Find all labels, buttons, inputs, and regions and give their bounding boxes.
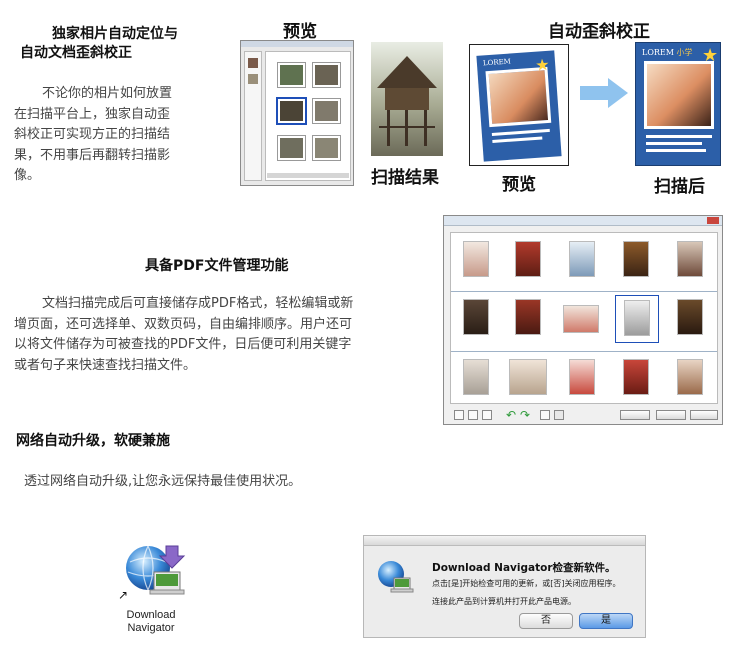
- scan-result-photo: [371, 42, 443, 156]
- skewed-magazine: LOREM ★: [476, 50, 562, 162]
- corrected-magazine: LOREM 小学 ★: [635, 42, 721, 166]
- dialog-message-line1: 点击[是]开始检查可用的更新，或[否]关闭应用程序。: [432, 579, 621, 588]
- page-thumbnail[interactable]: [509, 359, 547, 395]
- page-thumbnail[interactable]: [569, 241, 595, 277]
- after-scan-label: 扫描后: [654, 177, 705, 197]
- page-thumbnail[interactable]: [463, 359, 489, 395]
- globe-download-icon: [126, 545, 186, 595]
- magazine-text-line: [646, 135, 712, 138]
- page-thumbnail[interactable]: [677, 241, 703, 277]
- selected-page-frame[interactable]: [615, 295, 659, 343]
- star-icon: ★: [702, 45, 719, 66]
- auto-deskew-label: 自动歪斜校正: [548, 22, 650, 42]
- download-navigator-app-icon[interactable]: ↗: [118, 540, 186, 604]
- page-thumbnail[interactable]: [463, 299, 489, 335]
- close-icon[interactable]: [707, 217, 719, 224]
- magazine-text-line: [491, 128, 550, 136]
- preview-label: 预览: [283, 22, 317, 42]
- magazine-text-line: [646, 149, 706, 152]
- scan-thumbnail[interactable]: [278, 136, 305, 160]
- globe-download-icon: [378, 561, 414, 593]
- page-thumbnail[interactable]: [677, 299, 703, 335]
- dialog-message-line2: 连接此产品到计算机并打开此产品电源。: [432, 597, 576, 606]
- ok-button[interactable]: [620, 410, 650, 420]
- page-thumbnail[interactable]: [569, 359, 595, 395]
- section3-title: 网络自动升级，软硬兼施: [16, 433, 170, 449]
- trash-icon[interactable]: [554, 410, 564, 420]
- magazine-title: LOREM: [482, 57, 512, 68]
- arrow-right-icon: [580, 78, 628, 108]
- preview2-label: 预览: [502, 175, 536, 195]
- sidebar-photo-icon[interactable]: [248, 58, 258, 68]
- insert-page-icon[interactable]: [468, 410, 478, 420]
- scan-thumbnail[interactable]: [313, 136, 340, 160]
- scan-thumbnail[interactable]: [278, 63, 305, 87]
- page-grid: [450, 232, 718, 404]
- page-thumbnail[interactable]: [623, 359, 649, 395]
- alias-arrow-icon: ↗: [118, 588, 129, 602]
- section1-title-line2: 自动文档歪斜校正: [20, 45, 132, 61]
- window-titlebar: [444, 216, 722, 226]
- sidebar-doc-icon[interactable]: [248, 74, 258, 84]
- help-button[interactable]: [690, 410, 718, 420]
- section1-paragraph: 不论你的相片如何放置 在扫描平台上，独家自动歪 斜校正可实现方正的扫描结 果，不…: [14, 86, 173, 183]
- cancel-button[interactable]: [656, 410, 686, 420]
- section3-paragraph: 透过网络自动升级,让您永远保持最佳使用状况。: [24, 474, 302, 489]
- update-check-dialog: Download Navigator检查新软件。 点击[是]开始检查可用的更新，…: [363, 535, 646, 638]
- odd-even-icon[interactable]: [482, 410, 492, 420]
- yes-button[interactable]: 是: [579, 613, 633, 629]
- magazine-photo: [485, 66, 552, 128]
- pdf-manager-window: ↶ ↷: [443, 215, 723, 425]
- magazine-title: LOREM 小学: [642, 48, 693, 57]
- page-thumbnail[interactable]: [677, 359, 703, 395]
- window-statusbar: [267, 173, 349, 178]
- magazine-text-line: [646, 142, 702, 145]
- section2-title: 具备PDF文件管理功能: [145, 258, 289, 274]
- dialog-title: Download Navigator检查新软件。: [432, 562, 616, 574]
- stilt-house-illustration: [377, 56, 437, 146]
- star-icon: ★: [534, 54, 551, 75]
- rotate-left-icon[interactable]: ↶: [506, 408, 516, 422]
- add-page-icon[interactable]: [454, 410, 464, 420]
- scan-thumbnail[interactable]: [313, 63, 340, 87]
- page-thumbnail[interactable]: [515, 241, 541, 277]
- window-sidebar: [244, 51, 262, 181]
- scan-result-label: 扫描结果: [371, 168, 439, 188]
- magazine-text-line: [492, 136, 543, 143]
- page-thumbnail[interactable]: [623, 241, 649, 277]
- magazine-photo: [644, 61, 714, 129]
- page-thumbnail[interactable]: [563, 305, 599, 333]
- move-page-icon[interactable]: [540, 410, 550, 420]
- dialog-app-icon: [376, 558, 414, 598]
- app-label: Download Navigator: [126, 609, 176, 634]
- section1-title-line1: 独家相片自动定位与: [52, 26, 178, 42]
- dialog-titlebar: [364, 536, 645, 546]
- section2-paragraph: 文档扫描完成后可直接储存成PDF格式，轻松编辑或新 增页面，还可选择单、双数页码…: [14, 296, 354, 373]
- scan-thumbnail[interactable]: [313, 99, 340, 123]
- scanner-preview-window: [240, 40, 354, 186]
- page-thumbnail[interactable]: [463, 241, 489, 277]
- rotate-right-icon[interactable]: ↷: [520, 408, 530, 422]
- scan-thumbnail[interactable]: [278, 99, 305, 123]
- window-titlebar: [241, 41, 353, 47]
- deskew-preview-frame: LOREM ★: [469, 44, 569, 166]
- no-button[interactable]: 否: [519, 613, 573, 629]
- page-thumbnail[interactable]: [515, 299, 541, 335]
